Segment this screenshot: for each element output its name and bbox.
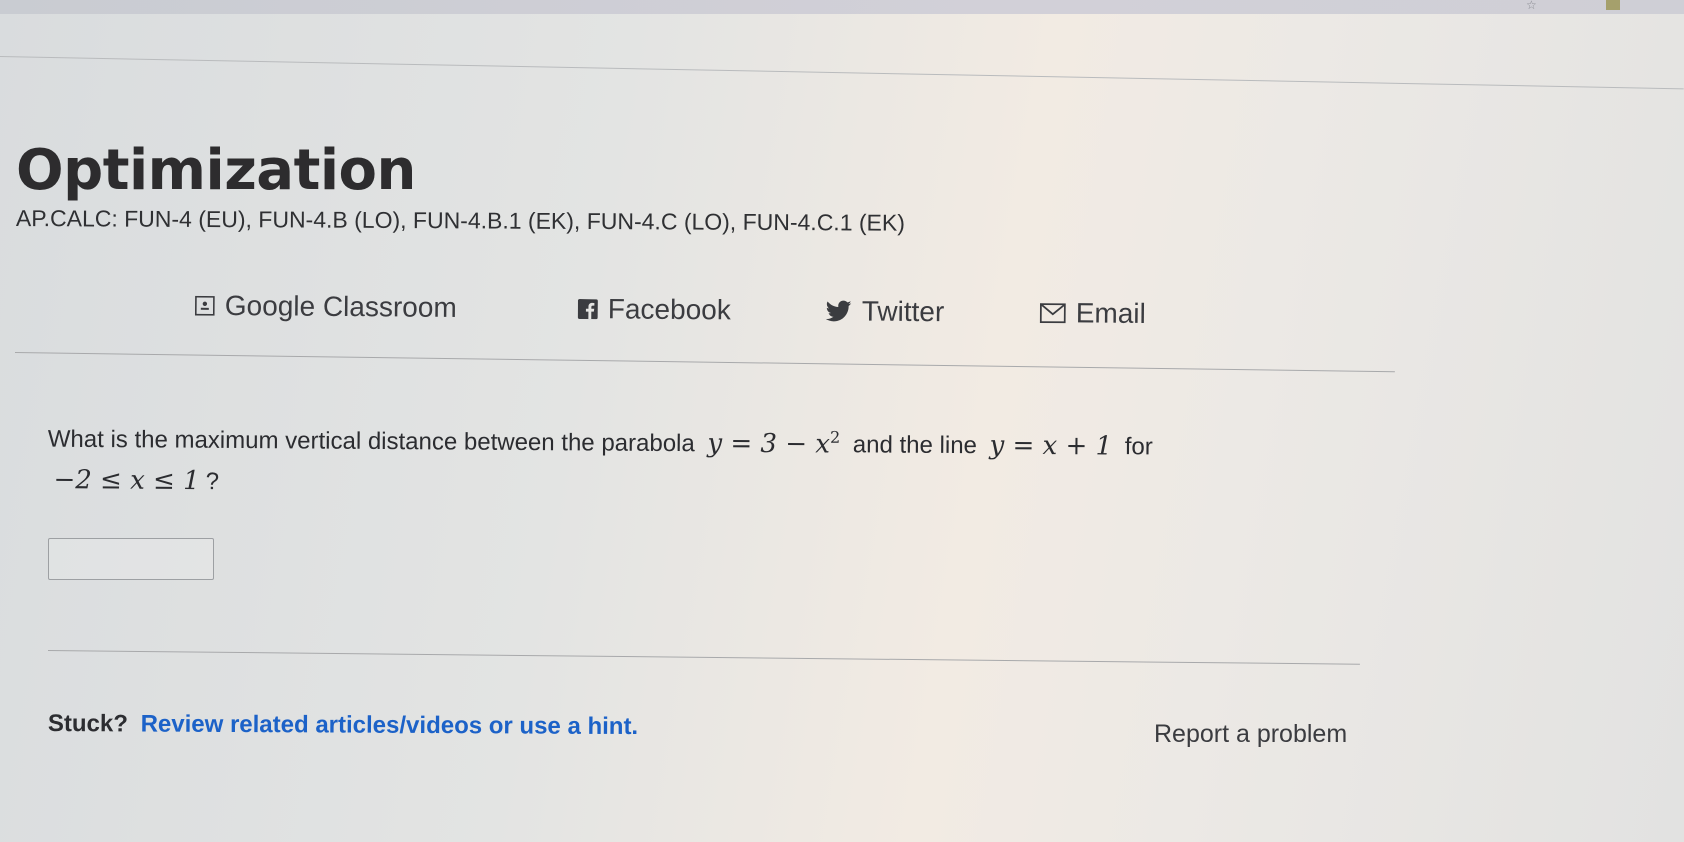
section-divider-top: [14, 352, 1395, 373]
header-divider: [0, 56, 1684, 90]
twitter-label: Twitter: [861, 295, 945, 328]
standards-line: AP.CALC: FUN-4 (EU), FUN-4.B (LO), FUN-4…: [15, 205, 906, 236]
question-text: What is the maximum vertical distance be…: [47, 412, 1388, 510]
facebook-icon: [577, 299, 598, 320]
line-equation: y = x + 1: [989, 430, 1113, 462]
report-problem-link[interactable]: Report a problem: [1154, 720, 1347, 749]
browser-toolbar-fragment: ☆: [1380, 0, 1684, 14]
page-title: Optimization: [16, 137, 416, 203]
extension-icon[interactable]: [1606, 0, 1620, 10]
answer-input[interactable]: [48, 538, 214, 580]
stuck-label: Stuck?: [47, 710, 129, 738]
domain-inequality: −2 ≤ x ≤ 1: [53, 464, 200, 496]
question-part-1: What is the maximum vertical distance be…: [47, 425, 695, 458]
share-google-classroom-button[interactable]: Google Classroom: [194, 289, 457, 324]
facebook-label: Facebook: [607, 293, 731, 326]
share-twitter-button[interactable]: Twitter: [825, 295, 945, 328]
share-facebook-button[interactable]: Facebook: [577, 293, 731, 326]
share-bar: Google Classroom Facebook Twitter Email: [0, 288, 1200, 338]
twitter-icon: [825, 300, 852, 322]
question-part-2: and the line: [852, 431, 978, 460]
google-classroom-label: Google Classroom: [224, 289, 457, 323]
email-icon: [1039, 303, 1066, 324]
share-email-button[interactable]: Email: [1039, 297, 1146, 330]
stuck-hint-row: Stuck? Review related articles/videos or…: [48, 710, 638, 741]
hint-link[interactable]: Review related articles/videos or use a …: [141, 710, 639, 740]
email-label: Email: [1075, 297, 1146, 329]
question-mark: ?: [205, 467, 220, 495]
section-divider-bottom: [47, 650, 1360, 665]
question-part-3: for: [1124, 433, 1153, 461]
bookmark-star-icon[interactable]: ☆: [1526, 0, 1537, 12]
google-classroom-icon: [194, 295, 215, 316]
parabola-equation: y = 3 − x2: [707, 427, 841, 460]
